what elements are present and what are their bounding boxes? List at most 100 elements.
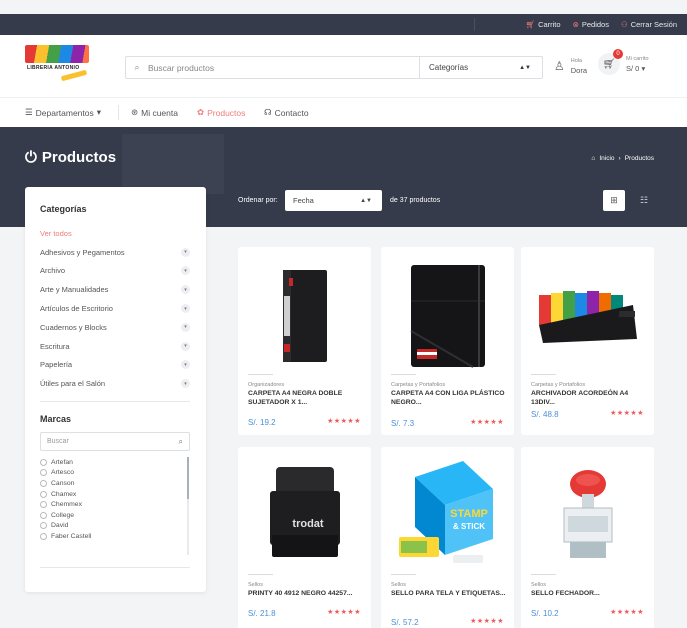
nav-departments[interactable]: ☰ Departamentos ▾ xyxy=(25,107,101,118)
chevron-down-icon[interactable]: ▾ xyxy=(181,285,190,295)
brand-checkbox[interactable]: College xyxy=(40,510,190,521)
stamp-stick-title: STAMP xyxy=(450,508,488,520)
checkbox[interactable] xyxy=(40,511,47,519)
category-item[interactable]: Ver todos xyxy=(40,224,190,243)
category-label: Útiles para el Salón xyxy=(40,379,106,389)
product-card[interactable]: trodat Sellos PRINTY 40 4912 NEGRO 44257… xyxy=(238,447,371,628)
grid-view-button[interactable]: ⊞ xyxy=(603,190,625,211)
brand-list-scrollbar[interactable] xyxy=(187,457,189,555)
search-icon[interactable]: ⌕ xyxy=(126,62,148,73)
chevron-down-icon[interactable]: ▾ xyxy=(181,322,190,332)
chevron-down-icon[interactable]: ▾ xyxy=(181,247,190,257)
breadcrumb-home[interactable]: Inicio xyxy=(599,155,614,162)
category-label: Ver todos xyxy=(40,228,72,238)
mini-cart[interactable]: 🛒︎ 0 Mi carrito S/ 0 ▾ xyxy=(598,49,649,75)
category-item[interactable]: Archivo ▾ xyxy=(40,262,190,281)
products-toolbar: Ordenar por: Fecha ▲▼ de 37 productos ⊞ … xyxy=(238,188,658,214)
product-image[interactable] xyxy=(531,455,644,577)
user-account[interactable]: ♙ Hola Dora xyxy=(554,57,587,75)
product-price: S/. 21.8 xyxy=(248,609,276,618)
nav-account[interactable]: ⊛ Mi cuenta xyxy=(131,107,178,118)
checkbox[interactable] xyxy=(40,532,47,540)
card-divider xyxy=(391,374,416,375)
product-name[interactable]: CARPETA A4 NEGRA DOBLE SUJETADOR X 1... xyxy=(248,390,363,407)
chevron-down-icon[interactable]: ▾ xyxy=(181,341,190,351)
categories-select[interactable]: Categorías ▲▼ xyxy=(419,57,543,78)
brand-label: Faber Castell xyxy=(51,532,92,540)
category-item[interactable]: Adhesivos y Pegamentos ▾ xyxy=(40,243,190,262)
brand-checkbox[interactable]: Chamex xyxy=(40,489,190,500)
category-item[interactable]: Útiles para el Salón ▾ xyxy=(40,374,190,393)
cart-link[interactable]: 🛒︎ Carrito xyxy=(526,20,561,29)
account-icon: ⊛ xyxy=(131,107,139,117)
page-title: ⏻ Productos xyxy=(25,149,116,166)
brand-checkbox[interactable]: David xyxy=(40,521,190,532)
star-rating: ★★★★★ xyxy=(610,609,644,616)
category-item[interactable]: Papelería ▾ xyxy=(40,356,190,375)
product-name[interactable]: SELLO FECHADOR... xyxy=(531,590,646,599)
checkbox[interactable] xyxy=(40,522,47,530)
nav-contact[interactable]: ☊ Contacto xyxy=(264,107,309,118)
search-input[interactable] xyxy=(148,62,418,73)
product-image[interactable]: trodat xyxy=(248,455,361,577)
chevron-down-icon: ▾ xyxy=(641,64,646,73)
brand-search-input[interactable] xyxy=(41,438,161,445)
brand-checkbox[interactable]: Artefan xyxy=(40,457,190,468)
product-image[interactable] xyxy=(391,255,504,377)
brand-checkbox[interactable]: Chemmex xyxy=(40,499,190,510)
product-price: S/. 48.8 xyxy=(531,410,559,419)
product-card[interactable]: Carpetas y Portafolios ARCHIVADOR ACORDE… xyxy=(521,247,654,435)
breadcrumb: ⌂ Inicio › Productos xyxy=(591,155,654,162)
checkbox[interactable] xyxy=(40,490,47,498)
nav-account-label: Mi cuenta xyxy=(141,107,178,118)
logo-pencil xyxy=(60,69,88,82)
product-card[interactable]: Sellos SELLO FECHADOR... S/. 10.2 ★★★★★ xyxy=(521,447,654,628)
product-image[interactable]: STAMP & STICK xyxy=(391,455,504,577)
category-item[interactable]: Arte y Manualidades ▾ xyxy=(40,280,190,299)
product-card[interactable]: Organizadores CARPETA A4 NEGRA DOBLE SUJ… xyxy=(238,247,371,435)
power-icon: ⏻ xyxy=(25,149,37,166)
scrollbar-thumb[interactable] xyxy=(187,457,189,499)
category-item[interactable]: Cuadernos y Blocks ▾ xyxy=(40,318,190,337)
brand-checkbox[interactable]: Faber Castell xyxy=(40,531,190,542)
nav-products[interactable]: ✿ Productos xyxy=(197,107,245,118)
card-divider xyxy=(531,574,556,575)
product-card[interactable]: Carpetas y Portafolios CARPETA A4 CON LI… xyxy=(381,247,514,435)
cart-button[interactable]: 🛒︎ 0 xyxy=(598,49,623,75)
brand-checkbox[interactable]: Canson xyxy=(40,478,190,489)
chevron-down-icon[interactable]: ▾ xyxy=(181,266,190,276)
sort-select[interactable]: Fecha ▲▼ xyxy=(285,190,382,211)
product-name[interactable]: ARCHIVADOR ACORDEÓN A4 13DIV... xyxy=(531,390,646,407)
product-price: S/. 19.2 xyxy=(248,418,276,427)
search-icon[interactable]: ⌕ xyxy=(179,437,183,447)
main-nav: ☰ Departamentos ▾ ⊛ Mi cuenta ✿ Producto… xyxy=(0,97,687,127)
checkbox[interactable] xyxy=(40,469,47,477)
card-divider xyxy=(248,574,273,575)
top-bar-divider xyxy=(474,18,475,31)
orders-link[interactable]: ⊗ Pedidos xyxy=(573,20,609,29)
chevron-down-icon[interactable]: ▾ xyxy=(181,360,190,370)
category-item[interactable]: Escritura ▾ xyxy=(40,337,190,356)
brand-checkbox[interactable]: Artesco xyxy=(40,468,190,479)
list-view-button[interactable]: ☷ xyxy=(633,190,655,211)
product-name[interactable]: CARPETA A4 CON LIGA PLÁSTICO NEGRO... xyxy=(391,390,506,407)
store-logo[interactable]: LIBRERIA ANTONIO xyxy=(25,45,89,83)
product-price: S/. 10.2 xyxy=(531,609,559,618)
home-icon: ⌂ xyxy=(591,155,596,162)
brands-title: Marcas xyxy=(40,414,72,424)
chevron-down-icon[interactable]: ▾ xyxy=(181,304,190,314)
user-icon: ⚇ xyxy=(620,20,628,29)
checkbox[interactable] xyxy=(40,479,47,487)
product-name[interactable]: SELLO PARA TELA Y ETIQUETAS... xyxy=(391,590,506,599)
checkbox[interactable] xyxy=(40,458,47,466)
product-name[interactable]: PRINTY 40 4912 NEGRO 44257... xyxy=(248,590,363,599)
checkbox[interactable] xyxy=(40,501,47,509)
chevron-down-icon[interactable]: ▾ xyxy=(181,379,190,389)
product-card[interactable]: STAMP & STICK Sellos SELLO PARA TELA Y E… xyxy=(381,447,514,628)
product-image[interactable] xyxy=(531,255,644,377)
logout-link[interactable]: ⚇ Cerrar Sesión xyxy=(621,20,677,29)
product-image[interactable] xyxy=(248,255,361,377)
list-icon: ☷ xyxy=(639,195,649,205)
product-price: S/. 57.2 xyxy=(391,618,419,627)
category-item[interactable]: Artículos de Escritorio ▾ xyxy=(40,299,190,318)
